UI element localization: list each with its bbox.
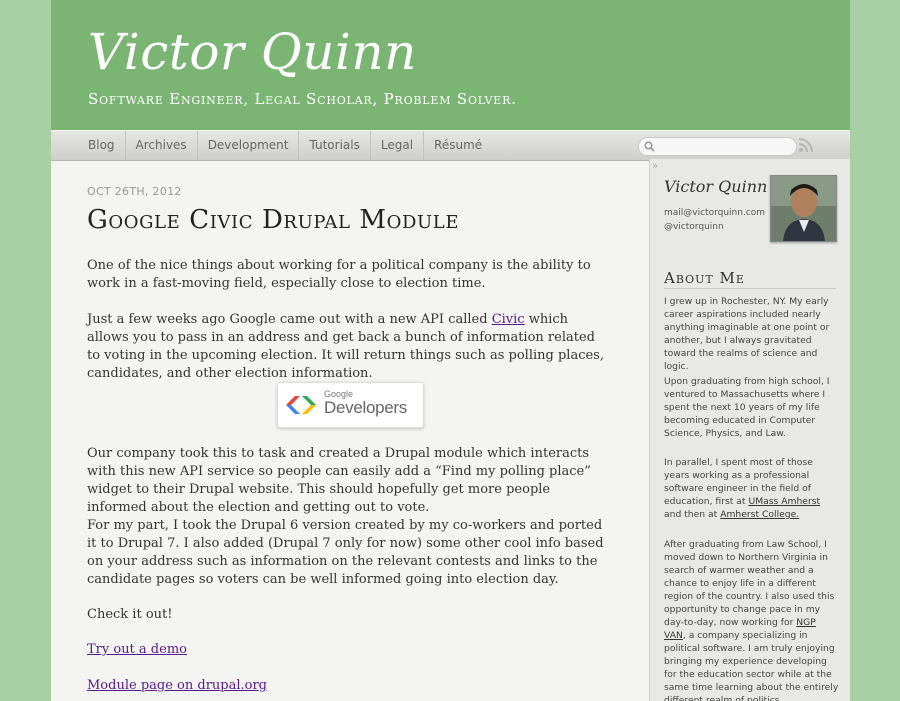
post-paragraph-2: Just a few weeks ago Google came out wit… — [87, 311, 607, 383]
site-title[interactable]: Victor Quinn — [88, 22, 417, 82]
paragraph-text: , a company specializing in political so… — [664, 630, 839, 701]
site-tagline: Software Engineer, Legal Scholar, Proble… — [88, 90, 517, 108]
about-paragraph-1: I grew up in Rochester, NY. My early car… — [664, 296, 830, 372]
about-paragraph-3: In parallel, I spent most of those years… — [664, 456, 839, 521]
rss-icon[interactable] — [798, 137, 814, 153]
post-paragraph-4: For my part, I took the Drupal 6 version… — [87, 518, 604, 587]
paragraph-text: After graduating from Law School, I move… — [664, 539, 835, 628]
about-heading: About Me — [664, 269, 745, 287]
try-demo-link[interactable]: Try out a demo — [87, 642, 187, 657]
divider — [664, 288, 836, 289]
search-box[interactable] — [638, 137, 797, 156]
search-input[interactable] — [657, 139, 787, 153]
amherst-college-link[interactable]: Amherst College. — [720, 509, 799, 520]
nav-item-tutorials[interactable]: Tutorials — [299, 131, 371, 160]
google-developers-logo-icon — [286, 396, 316, 414]
paragraph-text: Just a few weeks ago Google came out wit… — [87, 312, 492, 327]
avatar — [770, 175, 837, 242]
sidebar: » Victor Quinn mail@victorquinn.com @vic… — [649, 159, 850, 701]
page: Victor Quinn Software Engineer, Legal Sc… — [51, 0, 850, 701]
about-paragraph-2: Upon graduating from high school, I vent… — [664, 376, 830, 439]
post-paragraph-5: Check it out! — [87, 607, 173, 622]
post-date: OCT 26TH, 2012 — [87, 185, 182, 198]
nav-item-archives[interactable]: Archives — [126, 131, 198, 160]
sidebar-collapse-button[interactable]: » — [652, 161, 658, 172]
about-paragraph-4: After graduating from Law School, I move… — [664, 538, 839, 701]
post-title: Google Civic Drupal Module — [87, 205, 460, 235]
profile-email: mail@victorquinn.com — [664, 208, 766, 218]
image-text-developers: Developers — [324, 398, 407, 417]
paragraph-text: and then at — [664, 509, 721, 520]
main-nav: Blog Archives Development Tutorials Lega… — [51, 130, 850, 161]
search-icon — [644, 141, 655, 152]
profile-handle: @victorquinn — [664, 222, 724, 232]
umass-link[interactable]: UMass Amherst — [748, 496, 820, 507]
civic-link[interactable]: Civic — [492, 312, 525, 327]
module-page-link[interactable]: Module page on drupal.org — [87, 678, 267, 693]
post-paragraph-3: Our company took this to task and create… — [87, 446, 591, 515]
avatar-portrait-icon — [771, 176, 836, 241]
google-developers-image: Google Developers — [277, 382, 424, 428]
post-paragraph-1: One of the nice things about working for… — [87, 258, 591, 291]
site-header: Victor Quinn Software Engineer, Legal Sc… — [51, 0, 850, 130]
nav-item-development[interactable]: Development — [198, 131, 300, 160]
nav-item-blog[interactable]: Blog — [78, 131, 126, 160]
nav-item-resume[interactable]: Résumé — [424, 131, 492, 160]
nav-item-legal[interactable]: Legal — [371, 131, 425, 160]
profile-name: Victor Quinn — [664, 177, 768, 196]
